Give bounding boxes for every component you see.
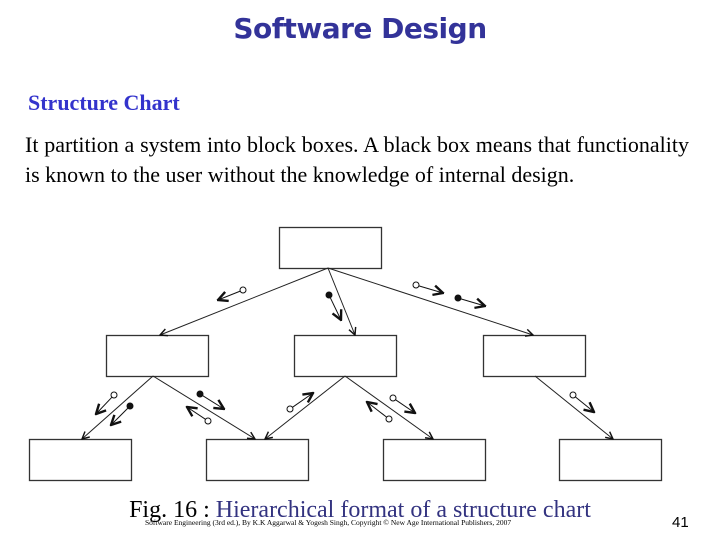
call-arrow-mid-left-to-bottom-1: [82, 375, 154, 439]
filled-circle-icon: [196, 390, 204, 398]
module-box-mid-left: [105, 334, 210, 378]
couple-arrow: [395, 399, 415, 413]
call-arrow-mid-right-to-bottom-4: [534, 375, 613, 439]
open-circle-icon: [110, 391, 118, 399]
filled-circle-icon: [126, 402, 134, 410]
module-box-bottom-2: [205, 438, 310, 482]
structure-chart-diagram: [28, 226, 663, 482]
couple-arrow: [187, 407, 206, 420]
open-circle-icon: [389, 394, 397, 402]
couple-arrow: [96, 396, 113, 414]
control-flag-couple: [325, 291, 341, 320]
call-arrow-mid-center-to-bottom-3: [344, 375, 433, 439]
couple-arrow: [418, 286, 443, 293]
couple-arrow: [575, 396, 594, 412]
copyright-note: Software Engineering (3rd ed.), By K.K A…: [145, 518, 512, 527]
couple-arrow: [292, 393, 313, 408]
control-flag-couple: [454, 294, 485, 306]
call-arrow-mid-left-to-bottom-2: [152, 375, 255, 439]
module-box-top: [278, 226, 383, 270]
couple-arrow: [329, 297, 341, 320]
data-couple: [569, 391, 594, 412]
call-arrow-top-to-mid-right: [327, 267, 533, 335]
filled-circle-icon: [325, 291, 333, 299]
page-number: 41: [672, 514, 689, 531]
open-circle-icon: [412, 281, 420, 289]
module-box-bottom-1: [28, 438, 133, 482]
open-circle-icon: [569, 391, 577, 399]
module-box-mid-right: [482, 334, 587, 378]
couple-arrow: [460, 299, 485, 306]
control-flag-couple: [196, 390, 224, 409]
data-couple: [412, 281, 443, 293]
module-box-mid-center: [293, 334, 398, 378]
open-circle-icon: [239, 286, 247, 294]
data-couple: [286, 393, 313, 413]
control-flag-couple: [111, 402, 134, 425]
open-circle-icon: [385, 415, 393, 423]
data-couple: [367, 402, 393, 423]
open-circle-icon: [286, 405, 294, 413]
call-arrow-top-to-mid-left: [160, 267, 329, 335]
couple-arrow: [218, 290, 241, 300]
module-box-bottom-3: [382, 438, 487, 482]
module-box-bottom-4: [558, 438, 663, 482]
data-couple: [218, 286, 247, 300]
call-arrow-mid-center-to-bottom-2: [265, 375, 346, 439]
couple-arrow: [202, 395, 224, 409]
open-circle-icon: [204, 417, 212, 425]
filled-circle-icon: [454, 294, 462, 302]
